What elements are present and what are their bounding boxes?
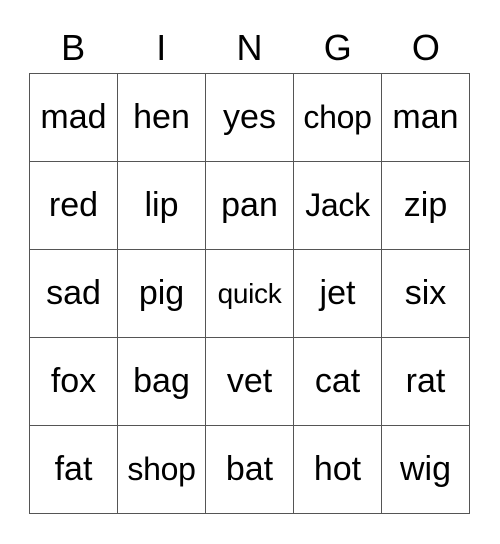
- bingo-cell[interactable]: pan: [206, 162, 294, 250]
- bingo-cell[interactable]: chop: [294, 74, 382, 162]
- bingo-cell[interactable]: Jack: [294, 162, 382, 250]
- bingo-cell[interactable]: pig: [118, 250, 206, 338]
- bingo-cell[interactable]: hot: [294, 426, 382, 514]
- bingo-board: mad hen yes chop man red lip pan Jack zi…: [29, 73, 470, 514]
- header-letter-n: N: [236, 27, 263, 68]
- bingo-cell[interactable]: vet: [206, 338, 294, 426]
- header-letter-b: B: [61, 27, 86, 68]
- bingo-cell[interactable]: bat: [206, 426, 294, 514]
- bingo-cell[interactable]: lip: [118, 162, 206, 250]
- bingo-cell[interactable]: quick: [206, 250, 294, 338]
- bingo-cell[interactable]: bag: [118, 338, 206, 426]
- bingo-cell[interactable]: sad: [30, 250, 118, 338]
- bingo-cell[interactable]: mad: [30, 74, 118, 162]
- bingo-cell[interactable]: hen: [118, 74, 206, 162]
- header-letter-o: O: [411, 27, 440, 68]
- bingo-cell[interactable]: rat: [382, 338, 470, 426]
- header-letter-g: G: [323, 27, 352, 68]
- bingo-cell[interactable]: yes: [206, 74, 294, 162]
- bingo-cell[interactable]: fat: [30, 426, 118, 514]
- bingo-cell[interactable]: cat: [294, 338, 382, 426]
- bingo-cell[interactable]: wig: [382, 426, 470, 514]
- bingo-header: B I N G O: [29, 28, 470, 68]
- bingo-cell[interactable]: jet: [294, 250, 382, 338]
- bingo-cell[interactable]: man: [382, 74, 470, 162]
- bingo-cell[interactable]: red: [30, 162, 118, 250]
- bingo-cell[interactable]: fox: [30, 338, 118, 426]
- header-letter-i: I: [156, 27, 167, 68]
- bingo-cell[interactable]: six: [382, 250, 470, 338]
- bingo-cell[interactable]: shop: [118, 426, 206, 514]
- bingo-cell[interactable]: zip: [382, 162, 470, 250]
